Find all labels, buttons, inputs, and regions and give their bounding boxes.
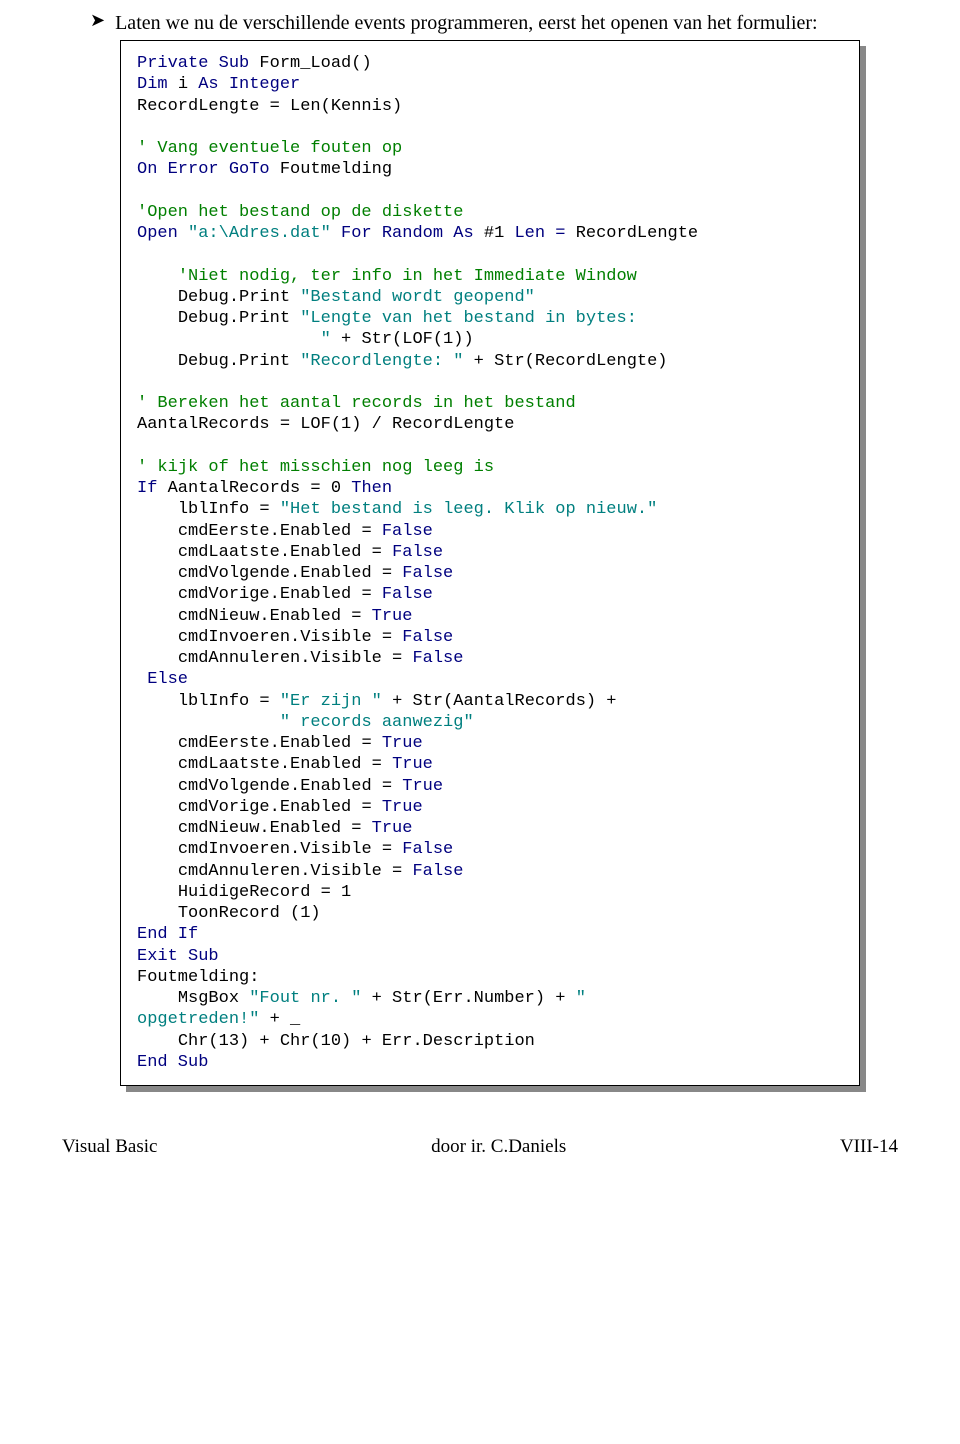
- kw: False: [412, 649, 463, 668]
- tok: cmdVorige.Enabled =: [137, 798, 382, 817]
- kw: True: [382, 734, 423, 753]
- kw: True: [372, 607, 413, 626]
- kw: True: [372, 819, 413, 838]
- kw: For Random As: [341, 224, 484, 243]
- tok: lblInfo =: [137, 500, 280, 519]
- tok: lblInfo =: [137, 692, 280, 711]
- tok: + _: [259, 1010, 300, 1029]
- kw: False: [382, 585, 433, 604]
- kw: Then: [351, 479, 392, 498]
- tok: Form_Load(): [259, 54, 371, 73]
- intro-text: Laten we nu de verschillende events prog…: [115, 10, 818, 36]
- cmt: ' Vang eventuele fouten op: [137, 139, 402, 158]
- tok: cmdNieuw.Enabled =: [137, 607, 372, 626]
- tok: cmdInvoeren.Visible =: [137, 628, 402, 647]
- kw: End If: [137, 925, 198, 944]
- tok: cmdVolgende.Enabled =: [137, 564, 402, 583]
- str: "Lengte van het bestand in bytes:: [300, 309, 637, 328]
- str: "Recordlengte: ": [300, 352, 463, 371]
- kw: False: [402, 628, 453, 647]
- kw: False: [392, 543, 443, 562]
- cmt: ' kijk of het misschien nog leeg is: [137, 458, 494, 477]
- page: ➤ Laten we nu de verschillende events pr…: [0, 0, 960, 1178]
- tok: AantalRecords = 0: [168, 479, 352, 498]
- tok: + Str(RecordLengte): [463, 352, 667, 371]
- str: ": [137, 330, 331, 349]
- bullet-arrow-icon: ➤: [90, 10, 105, 32]
- tok: RecordLengte: [576, 224, 698, 243]
- tok: AantalRecords = LOF(1) / RecordLengte: [137, 415, 514, 434]
- cmt: 'Niet nodig, ter info in het Immediate W…: [137, 267, 637, 286]
- tok: Foutmelding: [280, 160, 392, 179]
- code-container: Private Sub Form_Load() Dim i As Integer…: [120, 40, 860, 1086]
- code-content: Private Sub Form_Load() Dim i As Integer…: [137, 53, 843, 1073]
- tok: Debug.Print: [137, 309, 300, 328]
- tok: + Str(Err.Number) +: [361, 989, 575, 1008]
- kw: On Error GoTo: [137, 160, 280, 179]
- footer-right: VIII-14: [840, 1136, 898, 1158]
- code-box: Private Sub Form_Load() Dim i As Integer…: [120, 40, 860, 1086]
- tok: cmdEerste.Enabled =: [137, 522, 382, 541]
- tok: cmdAnnuleren.Visible =: [137, 862, 412, 881]
- tok: Debug.Print: [137, 352, 300, 371]
- footer: Visual Basic door ir. C.Daniels VIII-14: [60, 1136, 900, 1158]
- str: ": [576, 989, 586, 1008]
- kw: False: [412, 862, 463, 881]
- kw: Open: [137, 224, 188, 243]
- kw: If: [137, 479, 168, 498]
- tok: ToonRecord (1): [137, 904, 321, 923]
- tok: MsgBox: [137, 989, 249, 1008]
- tok: cmdAnnuleren.Visible =: [137, 649, 412, 668]
- tok: #1: [484, 224, 515, 243]
- tok: cmdLaatste.Enabled =: [137, 755, 392, 774]
- tok: cmdLaatste.Enabled =: [137, 543, 392, 562]
- footer-left: Visual Basic: [62, 1136, 157, 1158]
- kw: True: [402, 777, 443, 796]
- kw: False: [402, 564, 453, 583]
- kw: True: [392, 755, 433, 774]
- tok: cmdVorige.Enabled =: [137, 585, 382, 604]
- kw: End Sub: [137, 1053, 208, 1072]
- footer-center: door ir. C.Daniels: [431, 1136, 566, 1158]
- tok: cmdNieuw.Enabled =: [137, 819, 372, 838]
- kw: Exit Sub: [137, 947, 219, 966]
- cmt: ' Bereken het aantal records in het best…: [137, 394, 576, 413]
- intro-row: ➤ Laten we nu de verschillende events pr…: [90, 10, 900, 36]
- kw: Dim: [137, 75, 178, 94]
- str: "Het bestand is leeg. Klik op nieuw.": [280, 500, 657, 519]
- tok: cmdVolgende.Enabled =: [137, 777, 402, 796]
- tok: Chr(13) + Chr(10) + Err.Description: [137, 1032, 535, 1051]
- tok: Foutmelding:: [137, 968, 259, 987]
- str: "a:\Adres.dat": [188, 224, 341, 243]
- kw: True: [382, 798, 423, 817]
- str: "Er zijn ": [280, 692, 382, 711]
- kw: Private Sub: [137, 54, 259, 73]
- tok: i: [178, 75, 198, 94]
- tok: cmdInvoeren.Visible =: [137, 840, 402, 859]
- str: "Fout nr. ": [249, 989, 361, 1008]
- str: opgetreden!": [137, 1010, 259, 1029]
- kw: As Integer: [198, 75, 300, 94]
- str: " records aanwezig": [137, 713, 474, 732]
- kw: False: [402, 840, 453, 859]
- tok: + Str(AantalRecords) +: [382, 692, 617, 711]
- kw: False: [382, 522, 433, 541]
- tok: Debug.Print: [137, 288, 300, 307]
- kw: Len =: [514, 224, 575, 243]
- str: "Bestand wordt geopend": [300, 288, 535, 307]
- tok: cmdEerste.Enabled =: [137, 734, 382, 753]
- tok: + Str(LOF(1)): [331, 330, 474, 349]
- cmt: 'Open het bestand op de diskette: [137, 203, 463, 222]
- tok: HuidigeRecord = 1: [137, 883, 351, 902]
- tok: RecordLengte = Len(Kennis): [137, 97, 402, 116]
- kw: Else: [137, 670, 188, 689]
